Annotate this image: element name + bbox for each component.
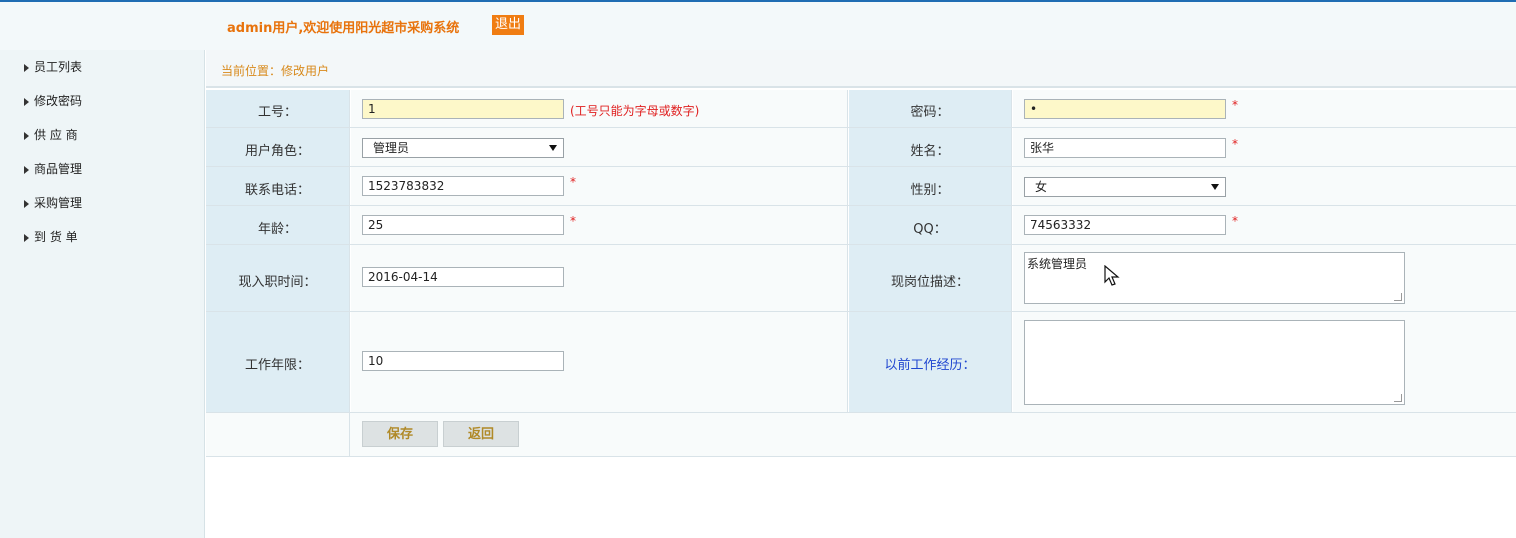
- name-label: 姓名：: [910, 144, 950, 159]
- password-label: 密码：: [910, 105, 950, 120]
- form-row: 工作年限： 10 以前工作经历：: [206, 312, 1516, 413]
- required-mark: *: [570, 214, 576, 228]
- sidebar-item-label: 到 货 单: [34, 230, 78, 244]
- prev-experience-label: 以前工作经历：: [884, 358, 976, 373]
- breadcrumb-text: 当前位置：修改用户: [221, 64, 330, 78]
- hire-date-input[interactable]: 2016-04-14: [362, 267, 564, 287]
- triangle-right-icon: [24, 97, 29, 106]
- sidebar-item-label: 采购管理: [34, 196, 83, 210]
- hire-date-label: 现入职时间：: [238, 275, 317, 290]
- sidebar-item-label: 修改密码: [34, 94, 83, 108]
- logout-button[interactable]: 退出: [492, 15, 525, 35]
- phone-input[interactable]: 1523783832: [362, 176, 564, 196]
- form-row: 联系电话： 1523783832 * 性别： 女: [206, 167, 1516, 206]
- gender-select-value: 女: [1035, 180, 1048, 194]
- work-years-label: 工作年限：: [244, 358, 310, 373]
- triangle-right-icon: [24, 199, 29, 208]
- back-button[interactable]: 返回: [443, 421, 519, 447]
- sidebar-item-label: 供 应 商: [34, 128, 78, 142]
- name-input[interactable]: 张华: [1024, 138, 1226, 158]
- age-label: 年龄：: [257, 222, 297, 237]
- emp-no-input[interactable]: 1: [362, 99, 564, 119]
- chevron-down-icon: [1211, 184, 1219, 190]
- position-desc-text: 系统管理员: [1027, 257, 1088, 271]
- age-input[interactable]: 25: [362, 215, 564, 235]
- form-row: 现入职时间： 2016-04-14 现岗位描述： 系统管理员: [206, 245, 1516, 312]
- sidebar-item-change-password[interactable]: 修改密码: [24, 91, 82, 111]
- triangle-right-icon: [24, 131, 29, 140]
- form-row: 工号： 1 (工号只能为字母或数字) 密码： • *: [206, 90, 1516, 128]
- sidebar-item-purchasing[interactable]: 采购管理: [24, 193, 82, 213]
- chevron-down-icon: [549, 145, 557, 151]
- required-mark: *: [570, 175, 576, 189]
- resize-grip-icon[interactable]: [1394, 394, 1402, 402]
- triangle-right-icon: [24, 165, 29, 174]
- prev-experience-textarea[interactable]: [1024, 320, 1405, 405]
- sidebar-item-employee-list[interactable]: 员工列表: [24, 57, 82, 77]
- qq-input[interactable]: 74563332: [1024, 215, 1226, 235]
- sidebar-item-arrivals[interactable]: 到 货 单: [24, 227, 78, 247]
- emp-no-label: 工号：: [257, 105, 297, 120]
- role-label: 用户角色：: [244, 144, 310, 159]
- position-desc-label: 现岗位描述：: [890, 275, 969, 290]
- triangle-right-icon: [24, 63, 29, 72]
- work-years-input[interactable]: 10: [362, 351, 564, 371]
- header-bar: admin用户,欢迎使用阳光超市采购系统 退出: [0, 2, 1516, 50]
- emp-no-hint: (工号只能为字母或数字): [570, 104, 700, 118]
- required-mark: *: [1232, 98, 1238, 112]
- required-mark: *: [1232, 137, 1238, 151]
- resize-grip-icon[interactable]: [1394, 293, 1402, 301]
- mouse-pointer-icon: [1104, 265, 1120, 286]
- sidebar: 员工列表 修改密码 供 应 商 商品管理 采购管理 到 货 单: [0, 50, 205, 538]
- form-row: 用户角色： 管理员 姓名： 张华 *: [206, 128, 1516, 167]
- sidebar-item-supplier[interactable]: 供 应 商: [24, 125, 78, 145]
- qq-label: QQ：: [913, 222, 947, 237]
- position-desc-textarea[interactable]: 系统管理员: [1024, 252, 1405, 304]
- required-mark: *: [1232, 214, 1238, 228]
- sidebar-item-label: 商品管理: [34, 162, 83, 176]
- sidebar-item-label: 员工列表: [34, 60, 83, 74]
- role-select[interactable]: 管理员: [362, 138, 564, 158]
- form-row: 年龄： 25 * QQ： 74563332 *: [206, 206, 1516, 245]
- gender-select[interactable]: 女: [1024, 177, 1226, 197]
- breadcrumb: 当前位置：修改用户: [206, 50, 1516, 88]
- triangle-right-icon: [24, 233, 29, 242]
- role-select-value: 管理员: [373, 141, 410, 155]
- welcome-text: admin用户,欢迎使用阳光超市采购系统: [227, 21, 460, 36]
- phone-label: 联系电话：: [244, 183, 310, 198]
- sidebar-item-products[interactable]: 商品管理: [24, 159, 82, 179]
- save-button[interactable]: 保存: [362, 421, 438, 447]
- password-input[interactable]: •: [1024, 99, 1226, 119]
- gender-label: 性别：: [910, 183, 950, 198]
